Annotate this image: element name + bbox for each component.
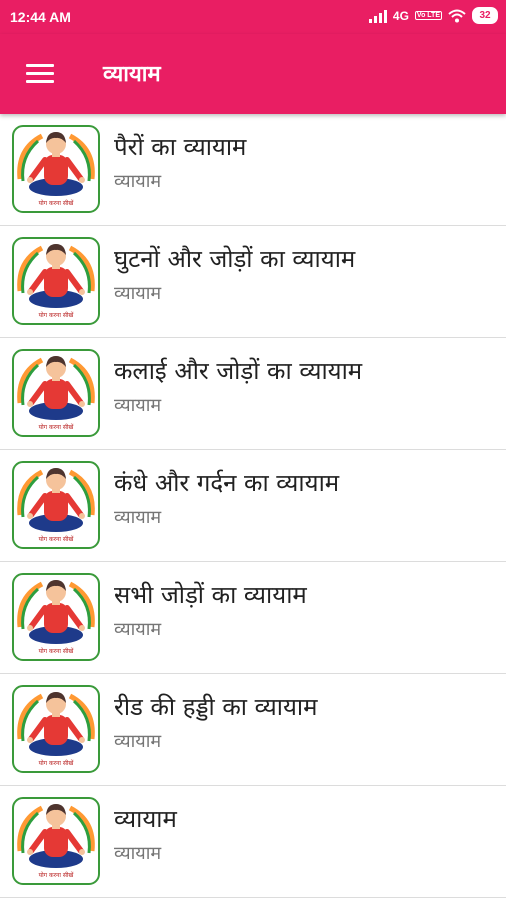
logo-caption: योग करना सीखें (38, 648, 74, 655)
hamburger-menu-icon[interactable] (26, 64, 54, 84)
yoga-pose-icon: योग करना सीखें (12, 349, 100, 437)
logo-caption: योग करना सीखें (38, 200, 74, 207)
list-item[interactable]: योग करना सीखें रीड की हड्डी का व्यायाम व… (0, 674, 506, 786)
list-item[interactable]: योग करना सीखें व्यायाम व्यायाम (0, 786, 506, 898)
yoga-pose-icon: योग करना सीखें (12, 797, 100, 885)
item-subtitle: व्यायाम (114, 283, 162, 304)
exercise-list: योग करना सीखें पैरों का व्यायाम व्यायाम … (0, 114, 506, 898)
item-subtitle: व्यायाम (114, 171, 162, 192)
yoga-pose-icon: योग करना सीखें (12, 685, 100, 773)
wifi-icon (448, 9, 466, 22)
item-title: पैरों का व्यायाम (114, 133, 247, 161)
item-title: कंधे और गर्दन का व्यायाम (114, 469, 340, 497)
status-bar: 12:44 AM 4G Vo LTE 32 (0, 0, 506, 34)
battery-icon: 32 (472, 7, 498, 24)
item-subtitle: व्यायाम (114, 731, 162, 752)
list-item[interactable]: योग करना सीखें सभी जोड़ों का व्यायाम व्य… (0, 562, 506, 674)
item-title: सभी जोड़ों का व्यायाम (114, 581, 307, 609)
status-icons: 4G Vo LTE 32 (368, 7, 498, 24)
item-subtitle: व्यायाम (114, 395, 162, 416)
yoga-pose-icon: योग करना सीखें (12, 237, 100, 325)
item-title: रीड की हड्डी का व्यायाम (114, 693, 318, 721)
logo-caption: योग करना सीखें (38, 872, 74, 879)
item-subtitle: व्यायाम (114, 507, 162, 528)
yoga-pose-icon: योग करना सीखें (12, 573, 100, 661)
network-type: 4G (392, 8, 409, 23)
signal-icon (368, 9, 387, 23)
volte-icon: Vo LTE (414, 11, 442, 20)
yoga-pose-icon: योग करना सीखें (12, 461, 100, 549)
item-subtitle: व्यायाम (114, 619, 162, 640)
logo-caption: योग करना सीखें (38, 312, 74, 319)
app-bar: व्यायाम (0, 34, 506, 114)
logo-caption: योग करना सीखें (38, 760, 74, 767)
list-item[interactable]: योग करना सीखें पैरों का व्यायाम व्यायाम (0, 114, 506, 226)
logo-caption: योग करना सीखें (38, 536, 74, 543)
yoga-pose-icon: योग करना सीखें (12, 125, 100, 213)
status-time: 12:44 AM (10, 9, 71, 25)
item-subtitle: व्यायाम (114, 843, 162, 864)
page-title: व्यायाम (103, 62, 161, 87)
list-item[interactable]: योग करना सीखें घुटनों और जोड़ों का व्याय… (0, 226, 506, 338)
item-title: घुटनों और जोड़ों का व्यायाम (114, 245, 356, 273)
list-item[interactable]: योग करना सीखें कंधे और गर्दन का व्यायाम … (0, 450, 506, 562)
item-title: व्यायाम (114, 805, 177, 833)
logo-caption: योग करना सीखें (38, 424, 74, 431)
item-title: कलाई और जोड़ों का व्यायाम (114, 357, 363, 385)
list-item[interactable]: योग करना सीखें कलाई और जोड़ों का व्यायाम… (0, 338, 506, 450)
